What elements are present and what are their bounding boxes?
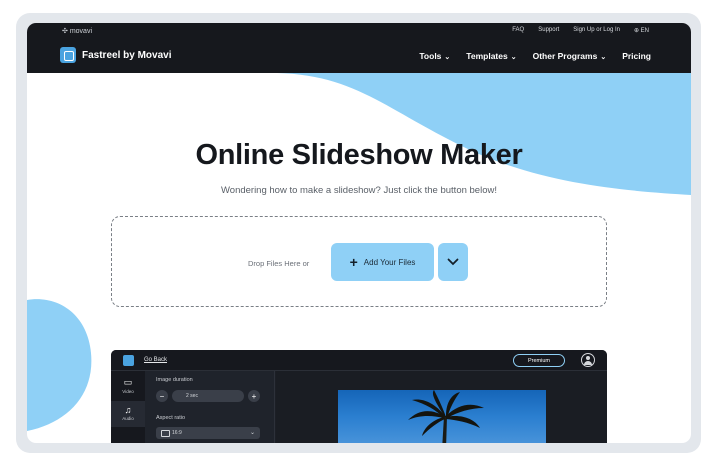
sidebar-item-audio[interactable]: ♫ Audio	[111, 401, 145, 427]
settings-panel: Image duration − 2 sec + Aspect ratio 16…	[145, 371, 275, 443]
brand-logo[interactable]: Fastreel by Movavi	[60, 47, 171, 63]
nav-tools[interactable]: Tools ⌄	[419, 51, 450, 61]
browser-window: ✣ movavi FAQ Support Sign Up or Log In ⊕…	[27, 23, 691, 443]
music-note-icon: ♫	[124, 405, 132, 415]
drop-files-text: Drop Files Here or	[248, 259, 310, 268]
sidebar-item-label: Audio	[122, 416, 134, 421]
sidebar-item-label: Video	[122, 389, 134, 394]
nav-other-programs-label: Other Programs	[532, 51, 598, 61]
sidebar-item-video[interactable]: ▭ Video	[111, 374, 145, 398]
palm-tree-image	[408, 390, 484, 443]
chevron-down-icon: ⌄	[510, 54, 517, 61]
movavi-logo-icon: ✣	[62, 28, 68, 35]
signup-login-link[interactable]: Sign Up or Log In	[573, 27, 620, 34]
preview-area	[276, 371, 607, 443]
user-avatar-icon[interactable]	[581, 353, 595, 367]
support-link[interactable]: Support	[538, 27, 559, 34]
chevron-down-icon: ⌄	[249, 430, 255, 436]
file-drop-zone[interactable]: Drop Files Here or + Add Your Files	[111, 216, 607, 307]
editor-preview: Go Back Premium ▭ Video ♫ Audio Image du…	[111, 350, 607, 443]
utility-links: FAQ Support Sign Up or Log In ⊕ EN	[512, 27, 649, 34]
page-subtitle: Wondering how to make a slideshow? Just …	[220, 185, 497, 196]
editor-sidebar: ▭ Video ♫ Audio	[111, 371, 145, 443]
nav-templates[interactable]: Templates ⌄	[466, 51, 516, 61]
nav-tools-label: Tools	[419, 51, 442, 61]
premium-button[interactable]: Premium	[513, 354, 565, 367]
increase-button[interactable]: +	[248, 390, 260, 402]
go-back-link[interactable]: Go Back	[144, 357, 167, 363]
aspect-ratio-label: Aspect ratio	[156, 415, 186, 421]
globe-icon: ⊕	[633, 28, 639, 34]
nav-other-programs[interactable]: Other Programs ⌄	[533, 51, 607, 61]
add-your-files-button[interactable]: + Add Your Files	[331, 243, 434, 281]
chevron-down-icon: ⌄	[444, 54, 451, 61]
preview-image	[338, 390, 546, 443]
editor-header: Go Back Premium	[111, 350, 607, 371]
plus-icon: +	[349, 254, 358, 270]
fastreel-logo-icon	[60, 47, 76, 63]
main-nav: Tools ⌄ Templates ⌄ Other Programs ⌄ Pricin…	[419, 51, 651, 61]
image-duration-label: Image duration	[156, 377, 193, 383]
decrease-button[interactable]: −	[156, 390, 168, 402]
chevron-down-icon: ⌄	[600, 54, 607, 61]
movavi-logo-text: movavi	[69, 28, 93, 35]
video-camera-icon: ▭	[123, 377, 133, 387]
top-navigation-bar: ✣ movavi FAQ Support Sign Up or Log In ⊕…	[27, 23, 691, 73]
language-label: EN	[640, 28, 649, 34]
nav-templates-label: Templates	[466, 51, 508, 61]
movavi-logo[interactable]: ✣ movavi	[62, 27, 92, 35]
aspect-ratio-select[interactable]: 16:9 ⌄	[156, 427, 260, 439]
page-title: Online Slideshow Maker	[195, 139, 523, 171]
duration-value[interactable]: 2 sec	[172, 390, 244, 402]
language-selector[interactable]: ⊕ EN	[634, 27, 649, 34]
brand-name: Fastreel by Movavi	[82, 49, 172, 61]
editor-logo-icon	[123, 355, 134, 366]
nav-pricing[interactable]: Pricing	[622, 51, 651, 61]
upload-options-dropdown-button[interactable]	[438, 243, 468, 281]
chevron-down-icon	[447, 258, 459, 266]
faq-link[interactable]: FAQ	[512, 27, 524, 34]
aspect-ratio-value: 16:9	[172, 430, 182, 436]
duration-stepper: − 2 sec +	[156, 389, 260, 403]
add-files-label: Add Your Files	[363, 257, 416, 267]
